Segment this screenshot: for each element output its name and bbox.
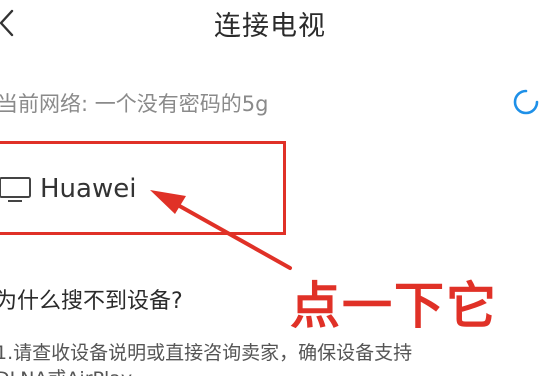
connect-tv-screen: 连接电视 当前网络: 一个没有密码的5g Huawei 点一下它 为什么搜不到设… <box>0 0 540 376</box>
page-title: 连接电视 <box>214 11 326 42</box>
loading-spinner-icon[interactable] <box>512 88 540 116</box>
device-item-huawei[interactable]: Huawei <box>0 168 136 210</box>
help-heading[interactable]: 为什么搜不到设备? <box>0 283 183 315</box>
device-name: Huawei <box>40 174 137 204</box>
help-line: DLNA或AirPlay <box>0 364 132 376</box>
tv-icon <box>0 177 31 202</box>
current-network-label: 当前网络: 一个没有密码的5g <box>0 92 269 116</box>
annotation-text: 点一下它 <box>290 277 498 335</box>
help-line: 1.请查收设备说明或直接咨询卖家，确保设备支持 <box>0 342 413 364</box>
